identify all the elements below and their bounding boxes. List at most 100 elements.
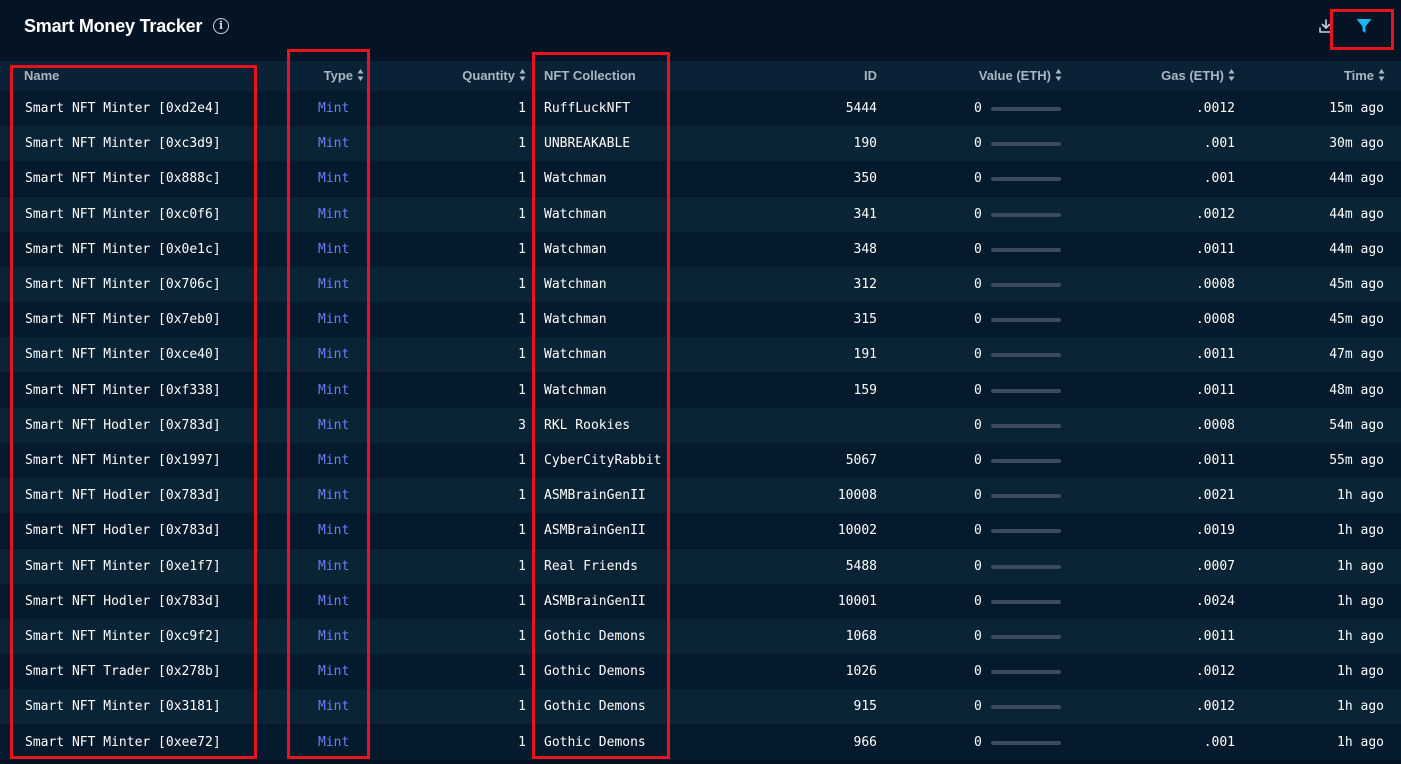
cell-id: 191 (853, 347, 877, 363)
cell-quantity: 1 (518, 699, 526, 715)
value-bar (991, 599, 1061, 604)
cell-type[interactable]: Mint (318, 197, 349, 232)
cell-type[interactable]: Mint (318, 91, 349, 126)
table-row[interactable]: Smart NFT Minter [0x7eb0] Mint 1 Watchman 31… (0, 302, 1401, 338)
cell-collection: Watchman (544, 312, 607, 328)
cell-type[interactable]: Mint (318, 654, 349, 689)
cell-name[interactable]: Smart NFT Minter [0xce40] (25, 337, 221, 372)
cell-type[interactable]: Mint (318, 443, 349, 478)
cell-type[interactable]: Mint (318, 513, 349, 548)
value-bar (991, 423, 1061, 428)
cell-collection: Gothic Demons (544, 664, 646, 680)
cell-quantity: 3 (518, 417, 526, 433)
cell-name[interactable]: Smart NFT Minter [0xc0f6] (25, 197, 221, 232)
sort-icon (1055, 69, 1062, 81)
column-header-value[interactable]: Value (ETH) (979, 61, 1062, 91)
cell-type[interactable]: Mint (318, 689, 349, 724)
table-row[interactable]: Smart NFT Hodler [0x783d] Mint 3 RKL Rookie… (0, 407, 1401, 443)
cell-type[interactable]: Mint (318, 478, 349, 513)
cell-value: 0 (974, 523, 982, 539)
cell-type[interactable]: Mint (318, 725, 349, 760)
cell-type[interactable]: Mint (318, 161, 349, 196)
info-icon[interactable]: i (213, 18, 229, 34)
cell-name[interactable]: Smart NFT Minter [0x3181] (25, 689, 221, 724)
table-row[interactable]: Smart NFT Trader [0x278b] Mint 1 Gothic Dem… (0, 654, 1401, 690)
cell-name[interactable]: Smart NFT Trader [0x278b] (25, 654, 221, 689)
cell-time: 1h ago (1337, 629, 1384, 644)
cell-name[interactable]: Smart NFT Minter [0x7eb0] (25, 302, 221, 337)
cell-name[interactable]: Smart NFT Hodler [0x783d] (25, 584, 221, 619)
cell-name[interactable]: Smart NFT Minter [0xf338] (25, 373, 221, 408)
cell-name[interactable]: Smart NFT Hodler [0x783d] (25, 513, 221, 548)
column-header-id[interactable]: ID (864, 61, 877, 91)
table-row[interactable]: Smart NFT Minter [0xee72] Mint 1 Gothic Dem… (0, 724, 1401, 760)
cell-name[interactable]: Smart NFT Minter [0xd2e4] (25, 91, 221, 126)
column-header-time[interactable]: Time (1344, 61, 1385, 91)
column-header-name[interactable]: Name (24, 61, 59, 91)
cell-name[interactable]: Smart NFT Hodler [0x783d] (25, 478, 221, 513)
cell-id: 10001 (837, 593, 877, 609)
cell-name[interactable]: Smart NFT Minter [0x0e1c] (25, 232, 221, 267)
value-bar (991, 740, 1061, 745)
value-bar (991, 459, 1061, 463)
table-row[interactable]: Smart NFT Minter [0x0e1c] Mint 1 Watchman 34… (0, 231, 1401, 267)
download-icon[interactable] (1318, 18, 1334, 34)
table-row[interactable]: Smart NFT Minter [0xc0f6] Mint 1 Watchman 34… (0, 196, 1401, 232)
cell-type[interactable]: Mint (318, 408, 349, 443)
filter-icon[interactable] (1355, 17, 1373, 35)
column-header-type[interactable]: Type (324, 61, 364, 91)
table-row[interactable]: Smart NFT Minter [0x3181] Mint 1 Gothic Dem… (0, 689, 1401, 725)
table-row[interactable]: Smart NFT Minter [0x706c] Mint 1 Watchman 31… (0, 267, 1401, 302)
cell-name[interactable]: Smart NFT Minter [0x1997] (25, 443, 221, 478)
column-header-label: Gas (ETH) (1161, 68, 1224, 83)
cell-type[interactable]: Mint (318, 619, 349, 654)
table-row[interactable]: Smart NFT Hodler [0x783d] Mint 1 ASMBrainGe… (0, 478, 1401, 514)
column-header-label: Time (1343, 68, 1374, 83)
cell-type[interactable]: Mint (318, 584, 349, 619)
cell-name[interactable]: Smart NFT Hodler [0x783d] (25, 408, 221, 443)
cell-name[interactable]: Smart NFT Minter [0xee72] (25, 725, 221, 760)
cell-value: 0 (974, 171, 982, 187)
cell-quantity: 1 (518, 664, 526, 680)
table-row[interactable]: Smart NFT Minter [0x888c] Mint 1 Watchman 35… (0, 161, 1401, 197)
table-row[interactable]: Smart NFT Minter [0xc9f2] Mint 1 Gothic Dem… (0, 619, 1401, 654)
cell-id: 1026 (845, 664, 877, 680)
cell-type[interactable]: Mint (318, 373, 349, 408)
table-row[interactable]: Smart NFT Hodler [0x783d] Mint 1 ASMBrainGe… (0, 583, 1401, 619)
cell-value: 0 (974, 101, 982, 116)
cell-gas: .0019 (1195, 523, 1235, 539)
cell-type[interactable]: Mint (318, 267, 349, 302)
column-header-collection[interactable]: NFT Collection (544, 61, 636, 91)
cell-gas: .0008 (1195, 277, 1235, 292)
cell-gas: .0011 (1195, 241, 1235, 257)
cell-type[interactable]: Mint (318, 232, 349, 267)
cell-type[interactable]: Mint (318, 337, 349, 372)
cell-name[interactable]: Smart NFT Minter [0xc3d9] (25, 126, 221, 161)
table-row[interactable]: Smart NFT Minter [0xe1f7] Mint 1 Real Frien… (0, 548, 1401, 584)
cell-quantity: 1 (518, 347, 526, 363)
cell-type[interactable]: Mint (318, 126, 349, 161)
cell-id: 315 (853, 312, 877, 328)
table-row[interactable]: Smart NFT Minter [0xf338] Mint 1 Watchman 15… (0, 372, 1401, 408)
cell-name[interactable]: Smart NFT Minter [0x706c] (25, 267, 221, 302)
page-title: Smart Money Tracker (24, 16, 203, 36)
column-header-gas[interactable]: Gas (ETH) (1161, 61, 1235, 91)
cell-name[interactable]: Smart NFT Minter [0xe1f7] (25, 549, 221, 584)
cell-gas: .0024 (1195, 593, 1235, 609)
table-row[interactable]: Smart NFT Minter [0xce40] Mint 1 Watchman 19… (0, 337, 1401, 373)
cell-gas: .0011 (1195, 382, 1235, 398)
table-row[interactable]: Smart NFT Minter [0x1997] Mint 1 CyberCityR… (0, 443, 1401, 478)
column-header-quantity[interactable]: Quantity (462, 61, 526, 91)
cell-gas: .0011 (1195, 347, 1235, 363)
cell-collection: Real Friends (544, 558, 638, 574)
table-row[interactable]: Smart NFT Hodler [0x783d] Mint 1 ASMBrainGe… (0, 513, 1401, 549)
cell-value: 0 (974, 382, 982, 398)
cell-name[interactable]: Smart NFT Minter [0x888c] (25, 161, 221, 196)
cell-type[interactable]: Mint (318, 302, 349, 337)
cell-name[interactable]: Smart NFT Minter [0xc9f2] (25, 619, 221, 654)
table-row[interactable]: Smart NFT Minter [0xd2e4] Mint 1 RuffLuckNF… (0, 91, 1401, 126)
table-header: Name Type Quantity NFT Collection ID Val… (0, 61, 1401, 91)
cell-collection: Watchman (544, 206, 607, 222)
cell-type[interactable]: Mint (318, 549, 349, 584)
table-row[interactable]: Smart NFT Minter [0xc3d9] Mint 1 UNBREAKABL… (0, 126, 1401, 162)
